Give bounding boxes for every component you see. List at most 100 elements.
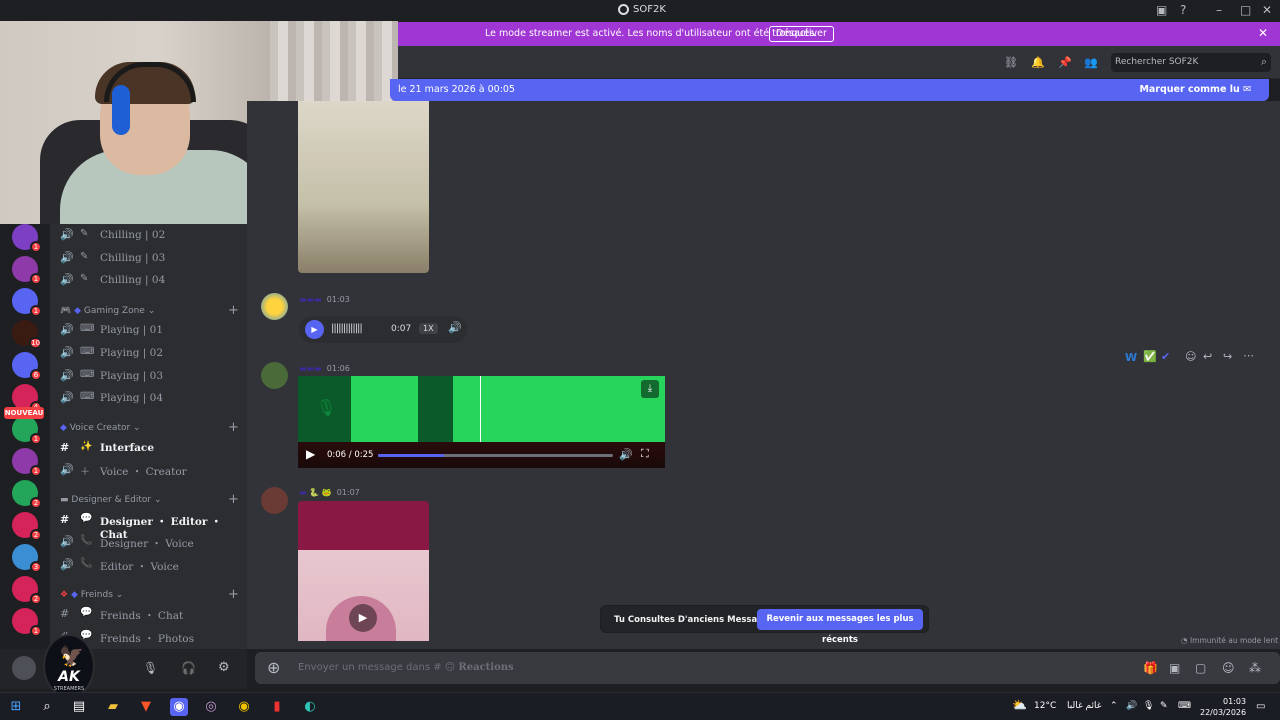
taskbar-clock[interactable]: 01:03 22/03/2026 <box>1200 696 1246 718</box>
word-icon[interactable]: W <box>1125 351 1137 364</box>
server-icon[interactable]: 2 <box>12 512 42 541</box>
more-icon[interactable]: ⋯ <box>1243 349 1254 362</box>
image-attachment[interactable] <box>298 101 429 273</box>
file-explorer-icon[interactable]: ▰ <box>104 698 122 716</box>
username[interactable]: ▬ <box>299 488 307 497</box>
channel-chilling-02[interactable]: 🔊 ✎ Chilling | 02 <box>58 225 243 245</box>
add-reaction-icon[interactable]: ☺ <box>1185 350 1196 363</box>
forward-icon[interactable]: ↪ <box>1223 350 1232 363</box>
category-freinds[interactable]: ❖ ◆ Freinds ⌄ + <box>60 587 239 602</box>
reply-icon[interactable]: ↩ <box>1203 350 1212 363</box>
jump-to-present-button[interactable]: Revenir aux messages les plus récents <box>757 609 923 645</box>
username[interactable]: ▬▬▬ <box>299 364 322 373</box>
notification-icon[interactable]: ▭ <box>1256 701 1265 712</box>
members-icon[interactable]: 👥 <box>1084 56 1098 69</box>
threads-icon[interactable]: ⛓ <box>1004 56 1018 69</box>
server-icon[interactable]: 2 <box>12 576 42 605</box>
category-gaming-zone[interactable]: 🎮 ◆ Gaming Zone ⌄ + <box>60 303 239 318</box>
inbox-icon[interactable]: ▣ <box>1156 3 1167 17</box>
channel-editor-voice[interactable]: 🔊 📞 Editor ・ Voice <box>58 555 243 575</box>
category-designer-editor[interactable]: ▬ Designer & Editor ⌄ + <box>60 492 239 507</box>
add-channel-icon[interactable]: + <box>228 492 239 507</box>
download-icon[interactable]: ⤓ <box>641 380 659 398</box>
sticker-icon[interactable]: ▢ <box>1195 661 1206 675</box>
verified-icon[interactable]: ✔ <box>1161 350 1170 363</box>
disable-streamer-button[interactable]: Désactiver <box>769 26 834 42</box>
add-channel-icon[interactable]: + <box>228 420 239 435</box>
server-icon[interactable]: 6 <box>12 352 42 381</box>
server-icon[interactable]: 1 <box>12 256 42 285</box>
add-channel-icon[interactable]: + <box>228 303 239 318</box>
volume-icon[interactable]: 🔊 <box>619 448 633 461</box>
checkmark-icon[interactable]: ✅ <box>1143 350 1157 363</box>
new-messages-bar[interactable]: le 21 mars 2026 à 00:05 Marquer comme lu… <box>390 79 1269 101</box>
fullscreen-icon[interactable]: ⛶ <box>641 447 649 461</box>
server-icon[interactable]: 2 <box>12 480 42 509</box>
close-icon[interactable]: ✕ <box>1258 26 1268 40</box>
server-icon[interactable]: 1 <box>12 416 42 445</box>
channel-interface[interactable]: # ✨ Interface <box>58 438 243 458</box>
attach-plus-icon[interactable]: ⊕ <box>267 658 280 677</box>
weather-icon[interactable]: ⛅ <box>1012 698 1027 712</box>
pdf-icon[interactable]: ▮ <box>268 698 286 716</box>
microphone-icon[interactable]: 🎙 <box>143 661 158 675</box>
channel-playing-03[interactable]: 🔊 ⌨ Playing | 03 <box>58 366 243 386</box>
discord-icon[interactable]: ◉ <box>170 698 188 716</box>
headphones-icon[interactable]: 🎧 <box>181 661 196 675</box>
speaker-icon[interactable]: 🔊 <box>1126 701 1137 711</box>
volume-icon[interactable]: 🔊 <box>448 321 462 334</box>
playback-speed-button[interactable]: 1X <box>419 323 438 334</box>
category-voice-creator[interactable]: ◆ Voice Creator ⌄ + <box>60 420 239 435</box>
mark-as-read-button[interactable]: Marquer comme lu ✉ <box>1139 84 1251 95</box>
server-icon[interactable]: 1 <box>12 448 42 477</box>
obs-icon[interactable]: ◎ <box>202 698 220 716</box>
brave-browser-icon[interactable]: ▼ <box>137 698 155 716</box>
search-icon[interactable]: ⌕ <box>38 698 56 716</box>
pin-icon[interactable]: 📌 <box>1058 56 1072 69</box>
video-thumbnail[interactable]: ▶ <box>298 501 429 641</box>
play-icon[interactable]: ▶ <box>306 447 315 461</box>
minimize-button[interactable]: – <box>1216 3 1222 17</box>
gift-icon[interactable]: 🎁 <box>1143 661 1158 675</box>
channel-voice-creator[interactable]: 🔊 ＋ Voice ・ Creator <box>58 460 243 480</box>
gif-icon[interactable]: ▣ <box>1169 661 1180 675</box>
search-input[interactable]: Rechercher SOF2K ⌕ <box>1111 53 1271 72</box>
user-avatar[interactable] <box>12 656 36 680</box>
server-icon[interactable]: 1 <box>12 224 42 253</box>
pen-icon[interactable]: ✎ <box>1160 701 1168 711</box>
add-channel-icon[interactable]: + <box>228 587 239 602</box>
chevron-up-icon[interactable]: ⌃ <box>1110 701 1118 711</box>
video-progress-bar[interactable] <box>378 454 613 457</box>
play-icon[interactable]: ▶ <box>349 604 377 632</box>
keyboard-icon[interactable]: ⌨ <box>1178 701 1191 711</box>
user-avatar[interactable] <box>261 487 288 514</box>
channel-freinds-chat[interactable]: # 💬 Freinds ・ Chat <box>58 604 243 624</box>
play-icon[interactable]: ▶ <box>305 320 324 339</box>
gear-icon[interactable]: ⚙ <box>218 660 230 675</box>
apps-icon[interactable]: ⁂ <box>1249 661 1261 675</box>
channel-chilling-04[interactable]: 🔊 ✎ Chilling | 04 <box>58 270 243 290</box>
weather-text[interactable]: غائم غالبا <box>1067 701 1101 711</box>
microphone-icon[interactable]: 🎙 <box>1143 701 1154 711</box>
channel-playing-01[interactable]: 🔊 ⌨ Playing | 01 <box>58 320 243 340</box>
message-composer[interactable]: ⊕ Envoyer un message dans # 🙃 Reactions … <box>255 652 1280 684</box>
close-window-button[interactable]: ✕ <box>1262 3 1272 17</box>
channel-designer-editor-chat[interactable]: # 💬 Designer ・ Editor ・ Chat <box>58 510 243 541</box>
chrome-icon[interactable]: ◉ <box>235 698 253 716</box>
weather-temp[interactable]: 12°C <box>1034 701 1056 711</box>
edge-icon[interactable]: ◐ <box>301 698 319 716</box>
user-avatar[interactable] <box>261 362 288 389</box>
channel-designer-voice[interactable]: 🔊 📞 Designer ・ Voice <box>58 532 243 552</box>
bell-icon[interactable]: 🔔 <box>1031 56 1045 69</box>
windows-start-icon[interactable]: ⊞ <box>7 698 25 716</box>
emoji-picker-icon[interactable]: ☺ <box>1222 661 1235 675</box>
maximize-button[interactable]: □ <box>1240 3 1251 17</box>
help-icon[interactable]: ? <box>1180 3 1186 17</box>
user-avatar[interactable] <box>261 293 288 320</box>
task-view-icon[interactable]: ▤ <box>70 698 88 716</box>
username[interactable]: ▬▬▬ <box>299 295 322 304</box>
server-icon[interactable]: 1 <box>12 608 42 637</box>
server-icon[interactable]: 10 <box>12 320 42 349</box>
channel-chilling-03[interactable]: 🔊 ✎ Chilling | 03 <box>58 248 243 268</box>
server-icon[interactable]: 1 <box>12 288 42 317</box>
